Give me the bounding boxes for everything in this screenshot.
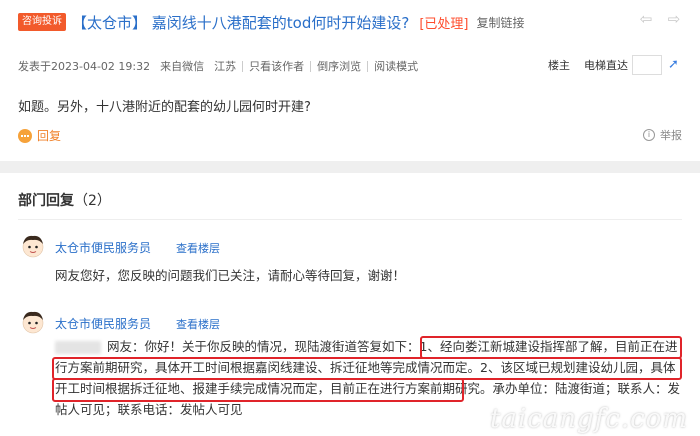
dept-replies-card: 部门回复（2） 太仓市便民服务员 查看楼层 网友您好，您反映的问题我们已关注，请… xyxy=(0,173,700,436)
read-mode-link[interactable]: 阅读模式 xyxy=(374,58,418,74)
redacted-username xyxy=(55,341,101,354)
info-icon: i xyxy=(643,129,655,141)
divider xyxy=(310,60,312,72)
status-badge: [已处理] xyxy=(419,16,469,32)
highlight-box xyxy=(52,378,464,402)
responder-name[interactable]: 太仓市便民服务员 xyxy=(55,239,151,256)
divider xyxy=(367,60,369,72)
post-region: 江苏 xyxy=(214,60,237,73)
responder-name[interactable]: 太仓市便民服务员 xyxy=(55,315,151,332)
nav-arrows: ⇦ ⇨ xyxy=(638,11,682,27)
post-actions: 回复 i 举报 xyxy=(18,127,682,145)
post-time: 发表于2023-04-02 19:32 xyxy=(18,60,151,73)
section-title: 部门回复（2） xyxy=(18,190,111,210)
report-label: 举报 xyxy=(660,129,682,142)
floor-owner-label: 楼主 xyxy=(548,59,570,72)
reply-label: 回复 xyxy=(37,129,62,143)
view-floor-link[interactable]: 查看楼层 xyxy=(176,316,220,332)
section-title-text: 部门回复 xyxy=(18,193,74,209)
avatar[interactable] xyxy=(20,309,46,335)
view-floor-link[interactable]: 查看楼层 xyxy=(176,240,220,256)
avatar[interactable] xyxy=(20,233,46,259)
reply-text: 网友您好，您反映的问题我们已关注，请耐心等待回复，谢谢！ xyxy=(55,268,406,283)
next-post-icon[interactable]: ⇨ xyxy=(666,11,682,27)
prev-post-icon[interactable]: ⇦ xyxy=(638,11,654,27)
post-title[interactable]: 【太仓市】 嘉闵线十八港配套的tod何时开始建设? xyxy=(72,12,409,33)
report-button[interactable]: i 举报 xyxy=(643,127,682,143)
go-arrow-icon[interactable]: ➚ xyxy=(668,58,682,72)
post-title-row: 咨询投诉 【太仓市】 嘉闵线十八港配套的tod何时开始建设? [已处理] 复制链… xyxy=(18,11,682,33)
floor-number-input[interactable] xyxy=(632,55,662,75)
reverse-browse-link[interactable]: 倒序浏览 xyxy=(317,58,361,74)
reply-greeting: 网友：你好！关于你反映的情况，现陆渡街道答复如下： xyxy=(107,339,420,354)
post-card: 咨询投诉 【太仓市】 嘉闵线十八港配套的tod何时开始建设? [已处理] 复制链… xyxy=(0,0,700,161)
highlight-box xyxy=(420,336,682,359)
post-meta: 发表于2023-04-02 19:32 来自微信 江苏 只看该作者 倒序浏览 阅… xyxy=(18,55,682,75)
copy-link-button[interactable]: 复制链接 xyxy=(476,14,524,31)
post-body: 如题。另外，十八港附近的配套的幼儿园何时开建? xyxy=(18,100,311,115)
category-tag[interactable]: 咨询投诉 xyxy=(18,13,66,31)
site-watermark: taicangfc.com xyxy=(489,404,688,434)
reply-button[interactable]: 回复 xyxy=(18,127,682,144)
floor-jump: 楼主 电梯直达 ➚ xyxy=(548,55,682,75)
divider xyxy=(18,219,682,220)
chat-bubble-icon xyxy=(18,128,32,143)
elevator-label: 电梯直达 xyxy=(584,59,628,72)
author-only-link[interactable]: 只看该作者 xyxy=(249,58,304,74)
reply-count: （2） xyxy=(74,193,111,209)
post-source: 来自微信 xyxy=(160,60,205,73)
highlight-box xyxy=(52,357,682,380)
divider xyxy=(242,60,244,72)
